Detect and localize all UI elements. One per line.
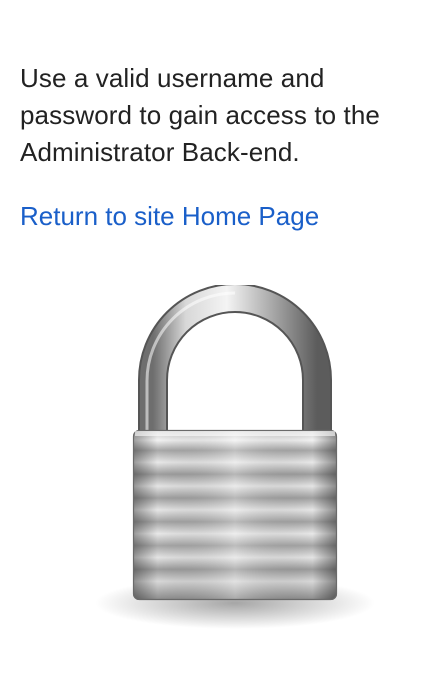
login-instructions: Use a valid username and password to gai… xyxy=(20,63,380,167)
padlock-icon xyxy=(95,285,375,640)
return-home-link[interactable]: Return to site Home Page xyxy=(20,198,319,235)
login-info-panel: Use a valid username and password to gai… xyxy=(0,0,426,675)
